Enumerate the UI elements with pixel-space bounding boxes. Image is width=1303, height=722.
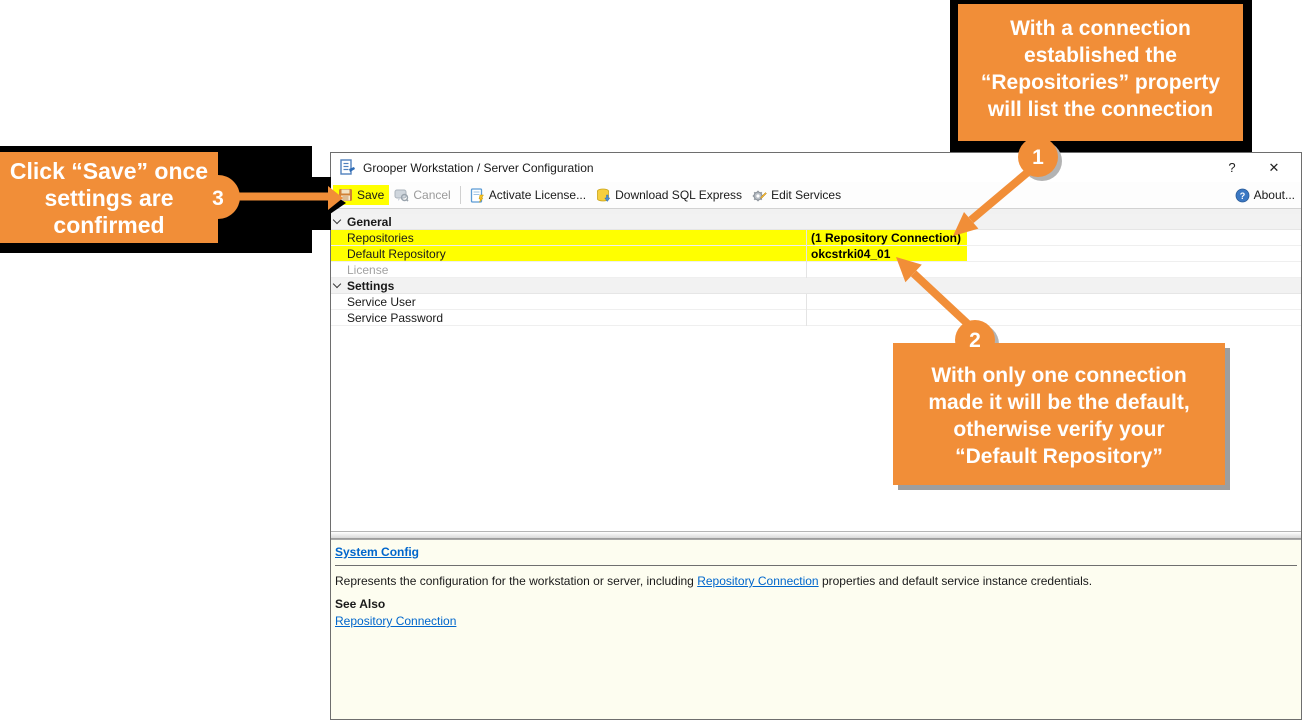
callout-3-line: settings are [44,185,174,211]
save-icon [339,189,352,201]
toolbar-separator [459,186,461,204]
callout-2-line: With only one connection [931,364,1187,387]
edit-services-icon [752,190,767,201]
callout-3-shadow-ext [305,177,331,230]
see-also-heading: See Also [335,597,386,611]
splitter-bar[interactable] [331,531,1301,539]
cancel-icon [394,189,409,202]
window-close-button[interactable]: ✕ [1259,158,1289,178]
callout-2-line: made it will be the default, [928,391,1190,414]
window-title: Grooper Workstation / Server Configurati… [363,160,594,175]
callout-3-line: confirmed [53,212,165,238]
download-sql-icon [597,188,611,202]
collapse-chevron-icon[interactable] [331,215,343,225]
property-row-service-user[interactable]: Service User [331,293,1301,310]
help-title-link[interactable]: System Config [335,545,419,559]
svg-text:?: ? [1239,191,1245,201]
callout-1-line: “Repositories” property [980,71,1221,94]
property-row-service-password[interactable]: Service Password [331,309,1301,326]
property-label: Default Repository [347,246,446,261]
property-label: Service User [347,294,416,309]
callout-3: Click “Save” once settings are confirmed [0,152,218,243]
property-label: Repositories [347,230,414,245]
category-row-general[interactable]: General [331,214,1301,230]
help-description: Represents the configuration for the wor… [335,574,1297,588]
property-value[interactable]: (1 Repository Connection) [806,229,1301,246]
property-value[interactable]: okcstrki04_01 [806,245,1301,262]
activate-license-icon [470,187,484,203]
edit-services-button[interactable]: Edit Services [747,185,846,206]
toolbar: Save Cancel Activate License... Download… [331,182,1301,209]
help-divider [335,565,1297,566]
about-label: About... [1253,188,1295,202]
save-label: Save [357,188,385,202]
title-bar: Grooper Workstation / Server Configurati… [331,153,1301,182]
help-description-text: properties and default service instance … [818,574,1093,588]
download-sql-label: Download SQL Express [615,188,743,202]
callout-1-line: will list the connection [987,98,1214,121]
category-label: General [347,214,392,229]
repository-connection-link[interactable]: Repository Connection [335,614,456,628]
window-help-button[interactable]: ? [1217,158,1247,178]
app-icon [340,159,355,175]
about-icon: ? [1235,188,1250,202]
help-panel: System Config Represents the configurati… [331,539,1301,719]
edit-services-label: Edit Services [771,188,842,202]
property-label: Service Password [347,310,444,325]
repository-connection-inline-link[interactable]: Repository Connection [697,574,818,588]
callout-2-line: “Default Repository” [955,445,1163,468]
callout-3-line: Click “Save” once [9,158,209,184]
help-description-text: Represents the configuration for the wor… [335,574,698,588]
property-row-license: License [331,261,1301,278]
property-row-repositories[interactable]: Repositories (1 Repository Connection) [331,229,1301,246]
about-button[interactable]: ? About... [1235,188,1295,203]
property-value [806,261,1301,278]
activate-license-label: Activate License... [488,188,587,202]
property-value[interactable] [806,293,1301,310]
property-label: License [347,262,389,277]
property-row-default-repository[interactable]: Default Repository okcstrki04_01 [331,245,1301,262]
callout-2-line: otherwise verify your [953,418,1165,441]
callout-1-line: With a connection [1010,17,1191,40]
callout-1-line: established the [1024,44,1177,67]
activate-license-button[interactable]: Activate License... [465,185,591,206]
callout-2: With only one connection made it will be… [893,343,1225,485]
cancel-label: Cancel [413,188,451,202]
collapse-chevron-icon[interactable] [331,279,343,289]
category-row-settings[interactable]: Settings [331,278,1301,294]
cancel-button[interactable]: Cancel [389,185,455,205]
download-sql-button[interactable]: Download SQL Express [591,185,747,206]
category-label: Settings [347,278,395,293]
callout-1: With a connection established the “Repos… [958,4,1243,141]
save-button[interactable]: Save [333,185,390,205]
property-value[interactable] [806,309,1301,326]
